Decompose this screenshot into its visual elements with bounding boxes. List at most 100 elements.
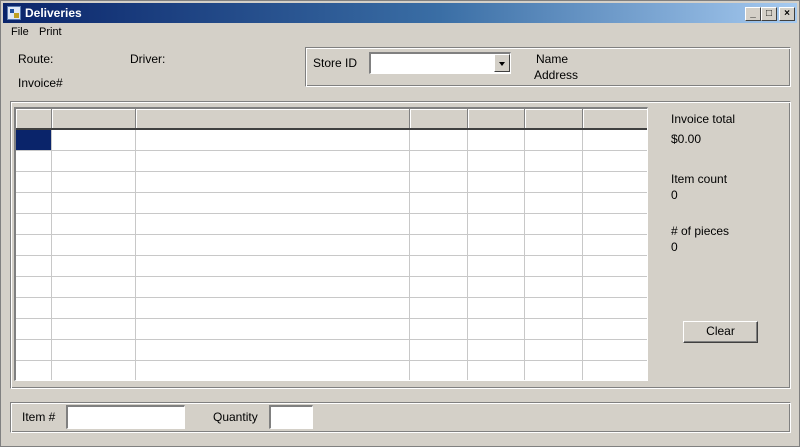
table-cell[interactable]	[582, 234, 647, 256]
store-id-combobox[interactable]	[369, 52, 511, 74]
item-number-input[interactable]	[66, 405, 185, 429]
table-cell[interactable]	[135, 297, 410, 319]
table-cell[interactable]	[135, 360, 410, 380]
row-selector-cell[interactable]	[16, 339, 52, 361]
grid-column-header[interactable]	[51, 109, 136, 130]
table-cell[interactable]	[582, 255, 647, 277]
menu-print[interactable]: Print	[39, 26, 62, 38]
row-selector-cell[interactable]	[16, 318, 52, 340]
table-cell[interactable]	[524, 129, 583, 151]
table-cell[interactable]	[51, 297, 136, 319]
quantity-input[interactable]	[269, 405, 313, 429]
title-bar[interactable]: Deliveries _ □ ×	[3, 3, 797, 23]
table-row[interactable]	[16, 318, 647, 340]
table-cell[interactable]	[582, 339, 647, 361]
table-cell[interactable]	[582, 360, 647, 380]
table-cell[interactable]	[467, 192, 525, 214]
table-cell[interactable]	[467, 339, 525, 361]
table-cell[interactable]	[467, 360, 525, 380]
table-cell[interactable]	[467, 318, 525, 340]
close-button[interactable]: ×	[779, 7, 795, 21]
table-cell[interactable]	[51, 360, 136, 380]
table-cell[interactable]	[467, 276, 525, 298]
table-cell[interactable]	[135, 318, 410, 340]
table-cell[interactable]	[135, 339, 410, 361]
row-selector-cell[interactable]	[16, 234, 52, 256]
table-cell[interactable]	[51, 150, 136, 172]
grid-column-header[interactable]	[467, 109, 525, 130]
table-cell[interactable]	[582, 276, 647, 298]
table-cell[interactable]	[135, 255, 410, 277]
table-cell[interactable]	[524, 276, 583, 298]
maximize-button[interactable]: □	[761, 7, 777, 21]
table-cell[interactable]	[467, 297, 525, 319]
table-row[interactable]	[16, 276, 647, 298]
table-cell[interactable]	[409, 339, 468, 361]
table-cell[interactable]	[409, 318, 468, 340]
menu-file[interactable]: File	[11, 26, 29, 38]
table-cell[interactable]	[409, 192, 468, 214]
table-cell[interactable]	[524, 213, 583, 235]
table-cell[interactable]	[409, 276, 468, 298]
table-cell[interactable]	[524, 318, 583, 340]
table-row[interactable]	[16, 129, 647, 151]
table-cell[interactable]	[582, 171, 647, 193]
table-cell[interactable]	[135, 171, 410, 193]
row-selector-cell[interactable]	[16, 213, 52, 235]
table-cell[interactable]	[467, 150, 525, 172]
table-row[interactable]	[16, 360, 647, 380]
table-row[interactable]	[16, 192, 647, 214]
row-selector-cell[interactable]	[16, 150, 52, 172]
table-cell[interactable]	[582, 213, 647, 235]
table-cell[interactable]	[51, 234, 136, 256]
table-cell[interactable]	[524, 192, 583, 214]
table-cell[interactable]	[582, 318, 647, 340]
table-row[interactable]	[16, 213, 647, 235]
row-selector-cell[interactable]	[16, 171, 52, 193]
table-cell[interactable]	[524, 150, 583, 172]
table-cell[interactable]	[51, 213, 136, 235]
table-cell[interactable]	[582, 192, 647, 214]
row-selector-cell[interactable]	[16, 255, 52, 277]
table-cell[interactable]	[51, 129, 136, 151]
table-cell[interactable]	[409, 234, 468, 256]
chevron-down-icon[interactable]	[494, 54, 510, 72]
table-cell[interactable]	[409, 255, 468, 277]
table-cell[interactable]	[467, 171, 525, 193]
grid-column-header[interactable]	[582, 109, 647, 130]
table-cell[interactable]	[524, 360, 583, 380]
table-cell[interactable]	[524, 255, 583, 277]
row-selector-cell[interactable]	[16, 129, 52, 151]
row-selector-cell[interactable]	[16, 192, 52, 214]
table-row[interactable]	[16, 234, 647, 256]
table-cell[interactable]	[524, 234, 583, 256]
table-cell[interactable]	[467, 129, 525, 151]
row-selector-cell[interactable]	[16, 297, 52, 319]
table-cell[interactable]	[135, 234, 410, 256]
table-cell[interactable]	[51, 171, 136, 193]
table-cell[interactable]	[409, 213, 468, 235]
table-cell[interactable]	[51, 255, 136, 277]
clear-button[interactable]: Clear	[683, 321, 758, 343]
table-cell[interactable]	[582, 129, 647, 151]
table-cell[interactable]	[51, 276, 136, 298]
grid-corner-header[interactable]	[16, 109, 52, 130]
table-cell[interactable]	[524, 297, 583, 319]
table-row[interactable]	[16, 171, 647, 193]
table-cell[interactable]	[524, 171, 583, 193]
table-cell[interactable]	[524, 339, 583, 361]
invoice-grid[interactable]	[14, 107, 648, 381]
table-cell[interactable]	[409, 150, 468, 172]
table-cell[interactable]	[135, 192, 410, 214]
table-cell[interactable]	[409, 360, 468, 380]
table-cell[interactable]	[51, 192, 136, 214]
table-cell[interactable]	[135, 150, 410, 172]
grid-column-header[interactable]	[409, 109, 468, 130]
table-cell[interactable]	[467, 213, 525, 235]
table-cell[interactable]	[582, 297, 647, 319]
grid-column-header[interactable]	[135, 109, 410, 130]
table-cell[interactable]	[51, 339, 136, 361]
table-row[interactable]	[16, 297, 647, 319]
table-cell[interactable]	[135, 129, 410, 151]
table-cell[interactable]	[135, 276, 410, 298]
